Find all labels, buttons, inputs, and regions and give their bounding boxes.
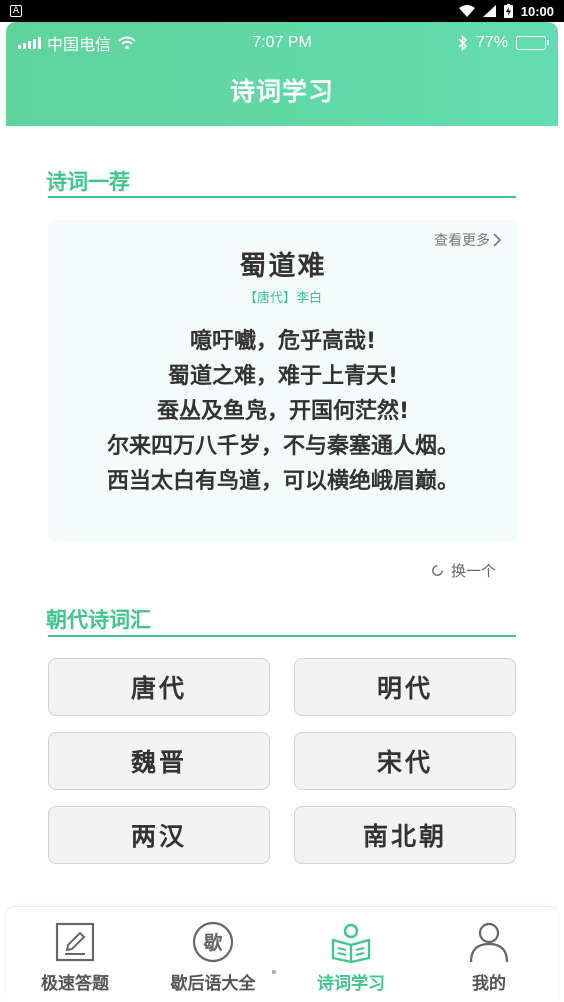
poem-line: 尔来四万八千岁，不与秦塞通人烟。 [106,434,459,459]
tab-label: 我的 [472,974,506,994]
refresh-label: 换一个 [450,562,496,580]
dynasty-button-tang[interactable]: 唐代 [48,658,270,716]
battery-charging-icon [503,4,513,18]
app-notification-icon: A [10,5,22,17]
poem-title: 蜀道难 [239,251,327,282]
poem-body: 噫吁嚱，危乎高哉! 蜀道之难，难于上青天! 蚕丛及鱼凫，开国何茫然! 尔来四万八… [48,324,518,499]
signal-icon [482,5,496,17]
poem-line: 蜀道之难，难于上青天! [167,364,399,389]
refresh-icon [432,565,443,576]
tab-mine[interactable]: 我的 [420,907,558,1002]
user-icon [466,919,512,965]
wifi-icon [458,5,475,17]
bluetooth-icon [458,35,468,51]
poem-author: 【唐代】李白 [243,291,322,306]
battery-percent: 77% [475,34,508,51]
recommend-section-title: 诗词一荐 [46,170,130,194]
page-title: 诗词学习 [229,77,334,106]
cell-signal-icon [18,37,41,49]
tab-poetry-study[interactable]: 诗词学习 [282,907,420,1002]
battery-icon [516,36,549,50]
dynasty-section-divider [48,635,516,637]
dynasty-button-ming[interactable]: 明代 [294,658,516,716]
notification-dot [272,970,276,974]
wifi-icon [118,36,136,50]
dynasty-button-lianghan[interactable]: 两汉 [48,806,270,864]
refresh-poem-button[interactable]: 换一个 [430,560,496,581]
dynasty-section-title: 朝代诗词汇 [46,608,151,632]
reading-icon [328,919,374,965]
android-system-bar: A 10:00 [0,0,564,22]
poem-card[interactable]: 查看更多 蜀道难 【唐代】李白 噫吁嚱，危乎高哉! 蜀道之难，难于上青天! 蚕丛… [48,220,518,542]
carrier-name: 中国电信 [47,37,112,54]
poem-line: 蚕丛及鱼凫，开国何茫然! [156,399,410,424]
dynasty-button-weijin[interactable]: 魏晋 [48,732,270,790]
system-clock: 10:00 [520,3,554,19]
poem-line: 西当太白有鸟道，可以横绝峨眉巅。 [106,469,459,494]
tab-label: 歇后语大全 [170,974,256,994]
dynasty-button-song[interactable]: 宋代 [294,732,516,790]
tab-label: 诗词学习 [317,974,385,994]
xie-icon-text: 歇 [202,931,222,954]
tab-xiehouyu[interactable]: 歇 歇后语大全 [144,907,282,1002]
recommend-section-divider [48,196,516,198]
poem-line: 噫吁嚱，危乎高哉! [189,329,377,354]
bottom-tab-bar: 极速答题 歇 歇后语大全 诗词学习 我的 [6,906,558,1002]
dynasty-button-nanbeichao[interactable]: 南北朝 [294,806,516,864]
app-header: 中国电信 7:07 PM 77% 诗词学习 [6,22,558,126]
main-content: 诗词一荐 查看更多 蜀道难 【唐代】李白 噫吁嚱，危乎高哉! 蜀道之难，难于上青… [6,126,558,906]
xie-character-icon: 歇 [190,919,236,965]
tab-quick-answer[interactable]: 极速答题 [6,907,144,1002]
edit-icon [52,919,98,965]
tab-label: 极速答题 [41,974,109,994]
status-bar: 中国电信 7:07 PM 77% [6,22,558,64]
